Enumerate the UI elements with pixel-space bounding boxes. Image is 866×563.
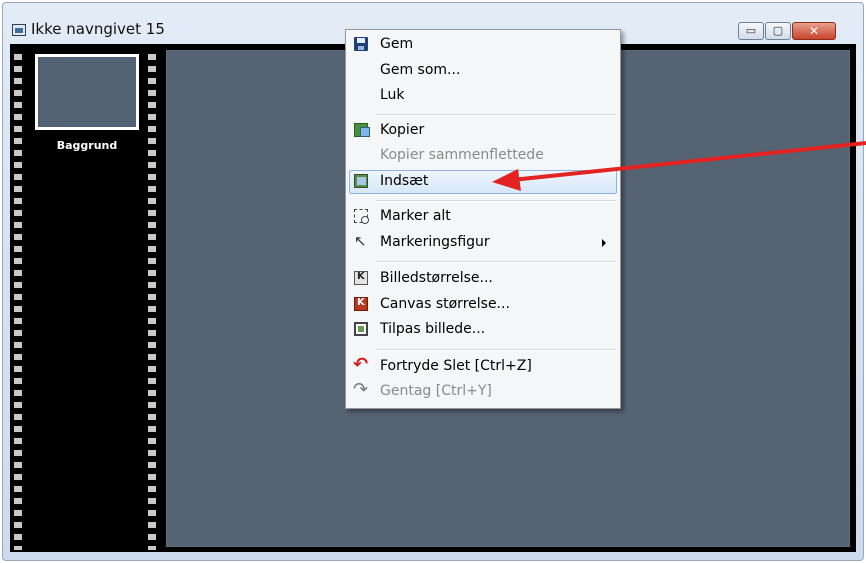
annotation-arrow-head [492,169,521,191]
annotation-arrow-line [511,141,866,182]
annotation-arrow [492,141,866,191]
